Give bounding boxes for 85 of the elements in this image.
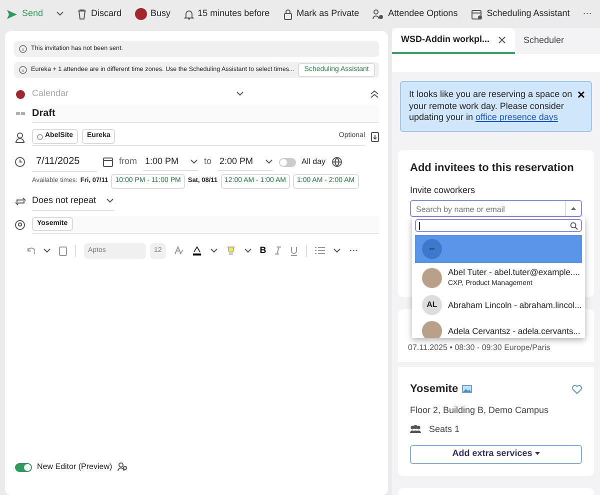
dropdown-search-field[interactable]	[415, 219, 582, 232]
date-field[interactable]: 7/11/2025	[32, 152, 97, 172]
chevron-down-icon	[236, 91, 244, 97]
chevron-down-icon	[333, 248, 342, 254]
field-label: Invite coworkers	[410, 184, 476, 197]
chevron-down-icon	[43, 248, 51, 254]
new-editor-label: New Editor (Preview)	[37, 461, 112, 473]
more-button[interactable]: ···	[349, 244, 358, 258]
heart-icon[interactable]	[572, 384, 582, 394]
editor-toggle[interactable]	[15, 462, 32, 472]
placeholder-avatar: --	[422, 239, 442, 260]
avatar-photo-placeholder	[422, 321, 442, 338]
room-address: Floor 2, Building B, Demo Campus	[410, 404, 550, 417]
scheduling-assistant-button[interactable]: Scheduling Assistant	[470, 7, 570, 21]
title-field[interactable]: Draft	[32, 105, 379, 123]
panel-tab[interactable]: Scheduler	[514, 28, 574, 54]
card-title: Add invitees to this reservation	[410, 161, 575, 176]
close-button[interactable]: ×	[577, 88, 585, 101]
repeat-dropdown[interactable]: Does not repeat	[32, 192, 114, 211]
initials-avatar: AL	[422, 295, 442, 316]
private-button[interactable]: Mark as Private	[282, 7, 360, 21]
alert-text: It looks like you are reserving a space on your remote work day. Please consider updating your in office presence days	[409, 89, 572, 122]
trash-icon	[77, 8, 88, 20]
chevron-down-icon	[190, 158, 198, 164]
chevron-down-icon	[264, 158, 273, 164]
attendee-options-button[interactable]: Attendee Options	[372, 7, 458, 21]
panel-tab[interactable]: WSD-Addin workpl...	[392, 28, 514, 54]
seats-label: Seats 1	[429, 423, 460, 436]
option-label: Abel Tuter - abel.tuter@example....	[448, 266, 580, 279]
quote-icon	[16, 111, 24, 117]
search-icon	[570, 222, 578, 230]
info-icon	[19, 66, 27, 74]
to-label: to	[204, 155, 212, 168]
underline-icon[interactable]	[290, 246, 298, 256]
chevron-down-icon	[244, 248, 252, 254]
collapse-icon[interactable]	[370, 90, 379, 98]
people-icon	[372, 8, 384, 20]
globe-icon[interactable]	[332, 157, 342, 167]
bell-icon	[184, 8, 194, 20]
busy-button[interactable]: Busy	[134, 7, 171, 21]
reservation-time: 07.11.2025 • 08:30 - 09:30 Europe/Paris	[408, 342, 552, 354]
text-style-icon[interactable]	[174, 246, 184, 256]
office-presence-link[interactable]: office presence days	[476, 112, 558, 122]
chevron-down-icon	[106, 198, 114, 204]
image-icon[interactable]	[462, 385, 472, 394]
clock-icon	[15, 157, 25, 167]
from-label: from	[119, 155, 137, 168]
option-label: Adela Cervantsz - adela.cervants...	[448, 324, 580, 338]
bold-button[interactable]: B	[260, 244, 266, 258]
list-icon[interactable]	[315, 246, 326, 256]
calendar-icon[interactable]	[103, 157, 113, 167]
dropdown-option[interactable]: --	[415, 235, 582, 264]
end-time-field[interactable]: 2:00 PM	[218, 152, 273, 172]
people-icon	[117, 462, 128, 472]
organizer-icon	[37, 134, 43, 140]
more-button[interactable]: ···	[582, 7, 592, 21]
repeat-icon	[14, 197, 26, 206]
add-contact-icon[interactable]	[371, 132, 379, 142]
chevron-down-icon	[210, 248, 218, 254]
discard-button[interactable]: Discard	[77, 7, 122, 21]
location-icon	[15, 220, 25, 230]
close-icon	[498, 36, 506, 44]
highlighter-icon[interactable]	[226, 246, 236, 256]
caret-up-icon	[571, 207, 576, 210]
people-icon	[410, 425, 421, 434]
send-icon	[6, 8, 18, 20]
person-icon	[15, 132, 25, 142]
italic-icon[interactable]	[274, 246, 282, 256]
add-extra-services-button[interactable]: Add extra services	[410, 444, 582, 464]
font-color-icon[interactable]	[192, 246, 202, 256]
caret-down-icon	[534, 452, 540, 456]
calendar-icon	[470, 8, 483, 20]
dropdown-option[interactable]: AL Abraham Lincoln - abraham.lincol...	[415, 292, 582, 318]
all-day-label: All day	[302, 156, 326, 168]
chevron-down-icon[interactable]	[56, 11, 64, 17]
info-icon	[19, 45, 27, 53]
start-time-field[interactable]: 1:00 PM	[143, 152, 198, 172]
undo-icon[interactable]	[26, 246, 35, 255]
reminder-button[interactable]: 15 minutes before	[184, 7, 270, 21]
room-name: Yosemite	[410, 382, 458, 398]
clipboard-icon[interactable]	[59, 246, 67, 256]
lock-icon	[282, 8, 293, 20]
option-label: Abraham Lincoln - abraham.lincol...	[448, 298, 582, 312]
avatar-photo-placeholder	[422, 268, 442, 288]
all-day-toggle[interactable]	[278, 158, 296, 166]
